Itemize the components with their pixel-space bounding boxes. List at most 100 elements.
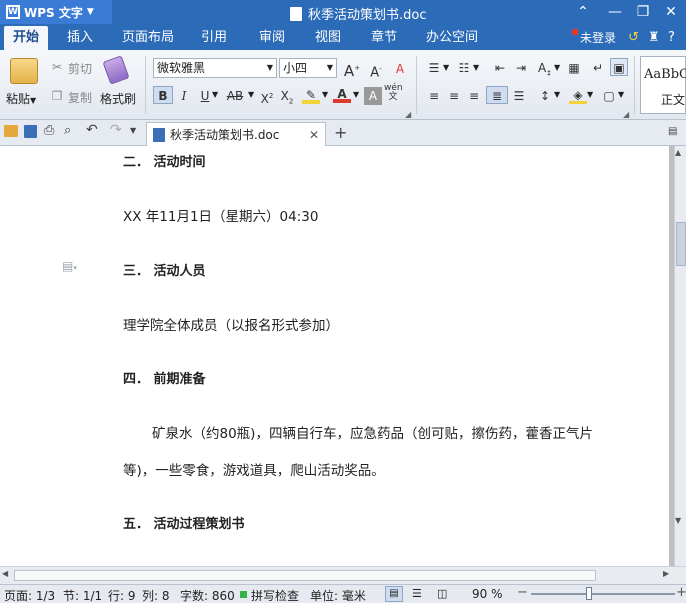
tab-office-space[interactable]: 办公空间	[420, 26, 484, 50]
text-direction-icon[interactable]: A↕	[536, 59, 554, 77]
numbered-list-icon[interactable]: ☷	[455, 59, 473, 77]
app-menu-button[interactable]: W WPS 文字 ▼	[0, 0, 112, 24]
paragraph: 矿泉水（约80瓶)，四辆自行车，应急药品（创可贴，擦伤药，藿香正气片	[152, 426, 593, 442]
status-word-count[interactable]: 字数: 860	[180, 587, 235, 603]
tab-references[interactable]: 引用	[192, 26, 236, 50]
tab-view[interactable]: 视图	[306, 26, 350, 50]
redo-icon[interactable]: ↷	[110, 122, 122, 138]
clear-format-icon[interactable]: A	[391, 60, 409, 78]
font-size-select[interactable]: 小四 ▼	[279, 58, 337, 78]
grow-font-icon[interactable]: A+	[343, 59, 361, 80]
scrollbar-thumb[interactable]	[676, 222, 686, 266]
italic-button[interactable]: I	[175, 87, 193, 105]
font-color-icon[interactable]: A	[333, 85, 351, 103]
bold-button[interactable]: B	[153, 86, 173, 104]
print-preview-icon[interactable]: ⌕	[64, 123, 71, 138]
shrink-font-icon[interactable]: A-	[367, 60, 385, 80]
bullet-list-icon[interactable]: ☰	[425, 59, 443, 77]
copy-button[interactable]: 复制	[68, 89, 92, 106]
undo-icon[interactable]: ↶	[86, 122, 98, 138]
shading-icon[interactable]: ◈	[569, 86, 587, 104]
help-icon[interactable]: ?	[668, 30, 675, 45]
vertical-scrollbar[interactable]	[674, 146, 686, 566]
hscrollbar-thumb[interactable]	[14, 570, 596, 581]
superscript-button[interactable]: X2	[258, 87, 276, 106]
chevron-down-icon[interactable]: ▼	[587, 90, 593, 99]
zoom-in-icon[interactable]: +	[676, 586, 686, 600]
chevron-down-icon[interactable]: ▼	[554, 90, 560, 99]
chevron-down-icon[interactable]: ▼	[248, 90, 254, 99]
tab-page-layout[interactable]: 页面布局	[116, 26, 180, 50]
increase-indent-icon[interactable]: ⇥	[512, 59, 530, 77]
scroll-right-icon[interactable]: ▶	[663, 569, 669, 578]
minimize-button[interactable]: —	[604, 2, 626, 22]
chevron-down-icon[interactable]: ▼	[212, 90, 218, 99]
close-button[interactable]: ✕	[660, 2, 682, 22]
document-tab[interactable]: 秋季活动策划书.doc ✕	[146, 122, 326, 146]
chevron-down-icon[interactable]: ▼	[473, 63, 479, 72]
chevron-down-icon[interactable]: ▼	[443, 63, 449, 72]
scroll-down-icon[interactable]: ▼	[675, 516, 681, 525]
page-view-icon[interactable]: ▤	[385, 586, 403, 602]
paste-button[interactable]: 粘贴▼	[6, 90, 36, 107]
tab-chapter[interactable]: 章节	[362, 26, 406, 50]
outline-view-icon[interactable]: ☰	[412, 587, 422, 600]
print-icon[interactable]: ⎙	[44, 123, 54, 138]
align-left-icon[interactable]: ≡	[425, 87, 443, 105]
paragraph-dialog-launcher-icon[interactable]: ◢	[623, 110, 629, 119]
subscript-button[interactable]: X2	[278, 87, 296, 105]
zoom-level[interactable]: 90 %	[472, 587, 503, 601]
ribbon-collapse-icon[interactable]: ⌃	[572, 2, 594, 22]
zoom-out-icon[interactable]: −	[517, 586, 528, 600]
scroll-up-icon[interactable]: ▲	[675, 148, 681, 157]
format-painter-button[interactable]: 格式刷	[100, 90, 136, 107]
status-page[interactable]: 页面: 1/3	[4, 587, 55, 603]
tab-list-icon[interactable]: ▤	[668, 126, 677, 137]
save-icon[interactable]	[24, 125, 37, 138]
show-marks-icon[interactable]: ▣	[610, 58, 628, 76]
line-spacing-icon[interactable]: ↕	[536, 87, 554, 105]
web-view-icon[interactable]: ◫	[437, 587, 447, 600]
strikethrough-button[interactable]: AB	[222, 87, 248, 105]
pinyin-guide-icon[interactable]: wén 文	[384, 84, 403, 102]
font-dialog-launcher-icon[interactable]: ◢	[405, 110, 411, 119]
chevron-down-icon[interactable]: ▼	[618, 90, 624, 99]
open-folder-icon[interactable]	[4, 125, 18, 137]
status-unit[interactable]: 单位: 毫米	[310, 587, 366, 603]
style-gallery-normal[interactable]: AaBbC 正文	[640, 56, 686, 114]
justify-icon[interactable]: ≣	[486, 86, 508, 104]
document-page[interactable]	[0, 146, 669, 566]
paste-icon[interactable]	[10, 58, 38, 84]
style-preview-text: AaBbC	[644, 67, 686, 82]
status-spell-check[interactable]: 拼写检查	[251, 587, 299, 603]
table-border-icon[interactable]: ▦	[565, 59, 583, 77]
cut-button[interactable]: 剪切	[68, 60, 92, 77]
chevron-down-icon[interactable]: ▼	[353, 90, 359, 99]
zoom-slider-handle[interactable]	[586, 587, 592, 600]
quick-access-more-icon[interactable]: ▼	[130, 126, 136, 135]
align-center-icon[interactable]: ≡	[445, 87, 463, 105]
tab-home[interactable]: 开始	[4, 26, 48, 50]
decrease-indent-icon[interactable]: ⇤	[491, 59, 509, 77]
font-name-select[interactable]: 微软雅黑 ▼	[153, 58, 277, 78]
maximize-button[interactable]: ❐	[632, 2, 654, 22]
char-shading-icon[interactable]: A	[364, 87, 382, 105]
tab-review[interactable]: 审阅	[250, 26, 294, 50]
login-link[interactable]: 未登录	[572, 26, 616, 50]
style-name: 正文	[661, 93, 686, 107]
align-right-icon[interactable]: ≡	[465, 87, 483, 105]
close-icon[interactable]: ✕	[309, 128, 319, 142]
chevron-down-icon[interactable]: ▼	[554, 63, 560, 72]
highlight-icon[interactable]: ✎	[302, 86, 320, 104]
new-tab-button[interactable]: +	[334, 123, 347, 142]
chevron-down-icon[interactable]: ▼	[322, 90, 328, 99]
skin-icon[interactable]: ↺	[628, 30, 639, 45]
tab-insert[interactable]: 插入	[58, 26, 102, 50]
shirt-icon[interactable]: ♜	[648, 30, 660, 45]
paragraph-mark-icon[interactable]: ↵	[589, 59, 607, 77]
paragraph-layout-icon[interactable]: ▤▾	[62, 259, 77, 273]
borders-icon[interactable]: ▢	[600, 87, 618, 105]
zoom-slider-track[interactable]	[531, 593, 675, 595]
distribute-icon[interactable]: ☰	[510, 87, 528, 105]
scroll-left-icon[interactable]: ◀	[2, 569, 8, 578]
